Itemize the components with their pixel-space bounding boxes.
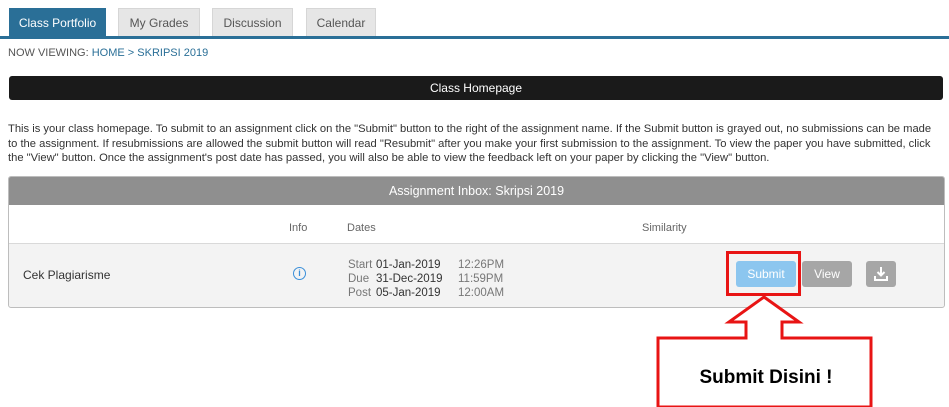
submit-highlight-box [726,251,801,296]
breadcrumb-home-link[interactable]: HOME [92,47,125,59]
class-homepage-header: Class Homepage [9,76,943,100]
date-value: 01-Jan-2019 [376,259,441,271]
date-row-due: Due 31-Dec-2019 11:59PM [348,272,504,286]
annotation-label: Submit Disini ! [699,367,833,388]
tab-discussion[interactable]: Discussion [212,8,293,36]
date-value: 05-Jan-2019 [376,287,441,299]
assignment-name: Cek Plagiarisme [23,268,111,282]
breadcrumb-separator: > [127,47,135,59]
date-label: Start [348,259,373,271]
tab-calendar[interactable]: Calendar [306,8,376,36]
date-label: Post [348,287,372,299]
callout-arrow [656,295,873,407]
date-row-post: Post 05-Jan-2019 12:00AM [348,286,504,300]
time-value: 11:59PM [458,273,504,285]
assignment-inbox-title: Assignment Inbox: Skripsi 2019 [9,177,944,205]
table-row: Cek Plagiarisme i Start 01-Jan-2019 12:26P… [9,244,944,306]
breadcrumb: NOW VIEWING: HOME > SKRIPSI 2019 [8,47,208,59]
header-similarity: Similarity [642,222,687,234]
header-info: Info [289,222,308,234]
breadcrumb-prefix: NOW VIEWING: [8,47,89,59]
time-value: 12:26PM [458,259,505,271]
download-icon [874,267,888,281]
time-value: 12:00AM [458,287,505,299]
date-row-start: Start 01-Jan-2019 12:26PM [348,258,504,272]
info-icon[interactable]: i [293,267,306,280]
breadcrumb-current[interactable]: SKRIPSI 2019 [137,47,208,59]
date-value: 31-Dec-2019 [376,273,443,285]
assignment-inbox-panel: Assignment Inbox: Skripsi 2019 Info Date… [8,176,945,308]
date-label: Due [348,273,370,285]
view-button[interactable]: View [802,261,852,287]
download-button[interactable] [866,261,896,287]
assignment-table-header: Info Dates Similarity [9,205,944,244]
tab-my-grades[interactable]: My Grades [118,8,200,36]
class-description: This is your class homepage. To submit t… [8,123,932,164]
tab-class-portfolio[interactable]: Class Portfolio [9,8,106,36]
assignment-dates: Start 01-Jan-2019 12:26PM Due 31-Dec-2019 11… [348,258,504,300]
tab-bar: Class Portfolio My Grades Discussion Cal… [0,0,949,39]
header-dates: Dates [347,222,376,234]
